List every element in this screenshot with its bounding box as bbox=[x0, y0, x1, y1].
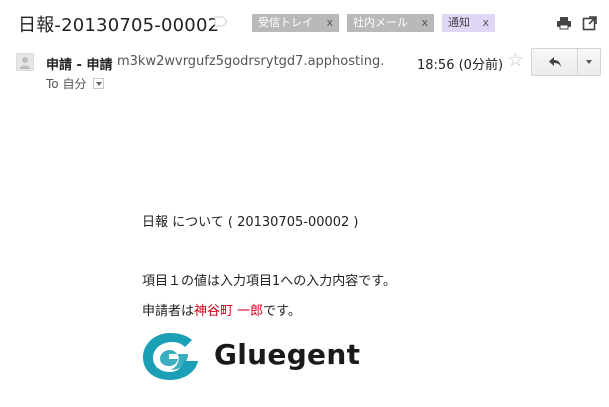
sender-row: 申請 - 申請 m3kw2wvrgufz5godrsrytgd7.apphost… bbox=[0, 46, 609, 96]
applicant-suffix: です。 bbox=[263, 304, 301, 319]
sender-name[interactable]: 申請 - 申請 bbox=[46, 54, 112, 73]
subject-row: 日報-20130705-00002 受信トレイ x 社内メール x 通知 x bbox=[0, 0, 609, 44]
new-window-icon[interactable] bbox=[582, 15, 598, 31]
email-subject: 日報-20130705-00002 bbox=[18, 15, 220, 36]
person-icon bbox=[19, 57, 31, 69]
label-notification-remove-button[interactable]: x bbox=[482, 14, 489, 32]
more-actions-dropdown[interactable] bbox=[578, 49, 600, 75]
recipient-prefix: To bbox=[46, 77, 59, 91]
reply-arrow-icon bbox=[549, 57, 561, 67]
recipient-name: 自分 bbox=[62, 77, 87, 91]
timestamp: 18:56 (0分前) bbox=[417, 58, 504, 73]
label-inbox-remove-button[interactable]: x bbox=[326, 14, 333, 32]
applicant-name: 神谷町 一郎 bbox=[194, 304, 264, 319]
body-line-item-value: 項目１の値は入力項目1への入力内容です。 bbox=[142, 274, 396, 289]
gluegent-wordmark: Gluegent bbox=[214, 338, 361, 371]
gluegent-logo: Gluegent bbox=[140, 330, 360, 385]
label-internal-mail-remove-button[interactable]: x bbox=[421, 14, 428, 32]
body-line-applicant: 申請者は神谷町 一郎です。 bbox=[142, 300, 301, 319]
print-icon[interactable] bbox=[556, 15, 572, 31]
body-line-title: 日報 について ( 20130705-00002 ) bbox=[142, 215, 359, 230]
reply-button-group bbox=[531, 48, 601, 76]
label-internal-mail[interactable]: 社内メール x bbox=[347, 14, 434, 32]
importance-marker-icon[interactable] bbox=[214, 16, 228, 27]
recipient-details-dropdown[interactable] bbox=[93, 78, 105, 89]
recipient-line: To 自分 bbox=[46, 75, 105, 92]
avatar[interactable] bbox=[16, 53, 34, 71]
reply-button[interactable] bbox=[532, 49, 578, 75]
star-icon[interactable]: ☆ bbox=[507, 50, 524, 70]
label-notification-name: 通知 bbox=[448, 16, 470, 29]
label-notification[interactable]: 通知 x bbox=[442, 14, 495, 32]
label-inbox[interactable]: 受信トレイ x bbox=[252, 14, 339, 32]
label-inbox-name: 受信トレイ bbox=[258, 16, 313, 29]
applicant-prefix: 申請者は bbox=[142, 304, 195, 319]
label-internal-mail-name: 社内メール bbox=[353, 16, 408, 29]
sender-email: m3kw2wvrgufz5godrsrytgd7.apphosting.boun… bbox=[117, 54, 383, 69]
gluegent-swirl-icon bbox=[142, 333, 198, 380]
